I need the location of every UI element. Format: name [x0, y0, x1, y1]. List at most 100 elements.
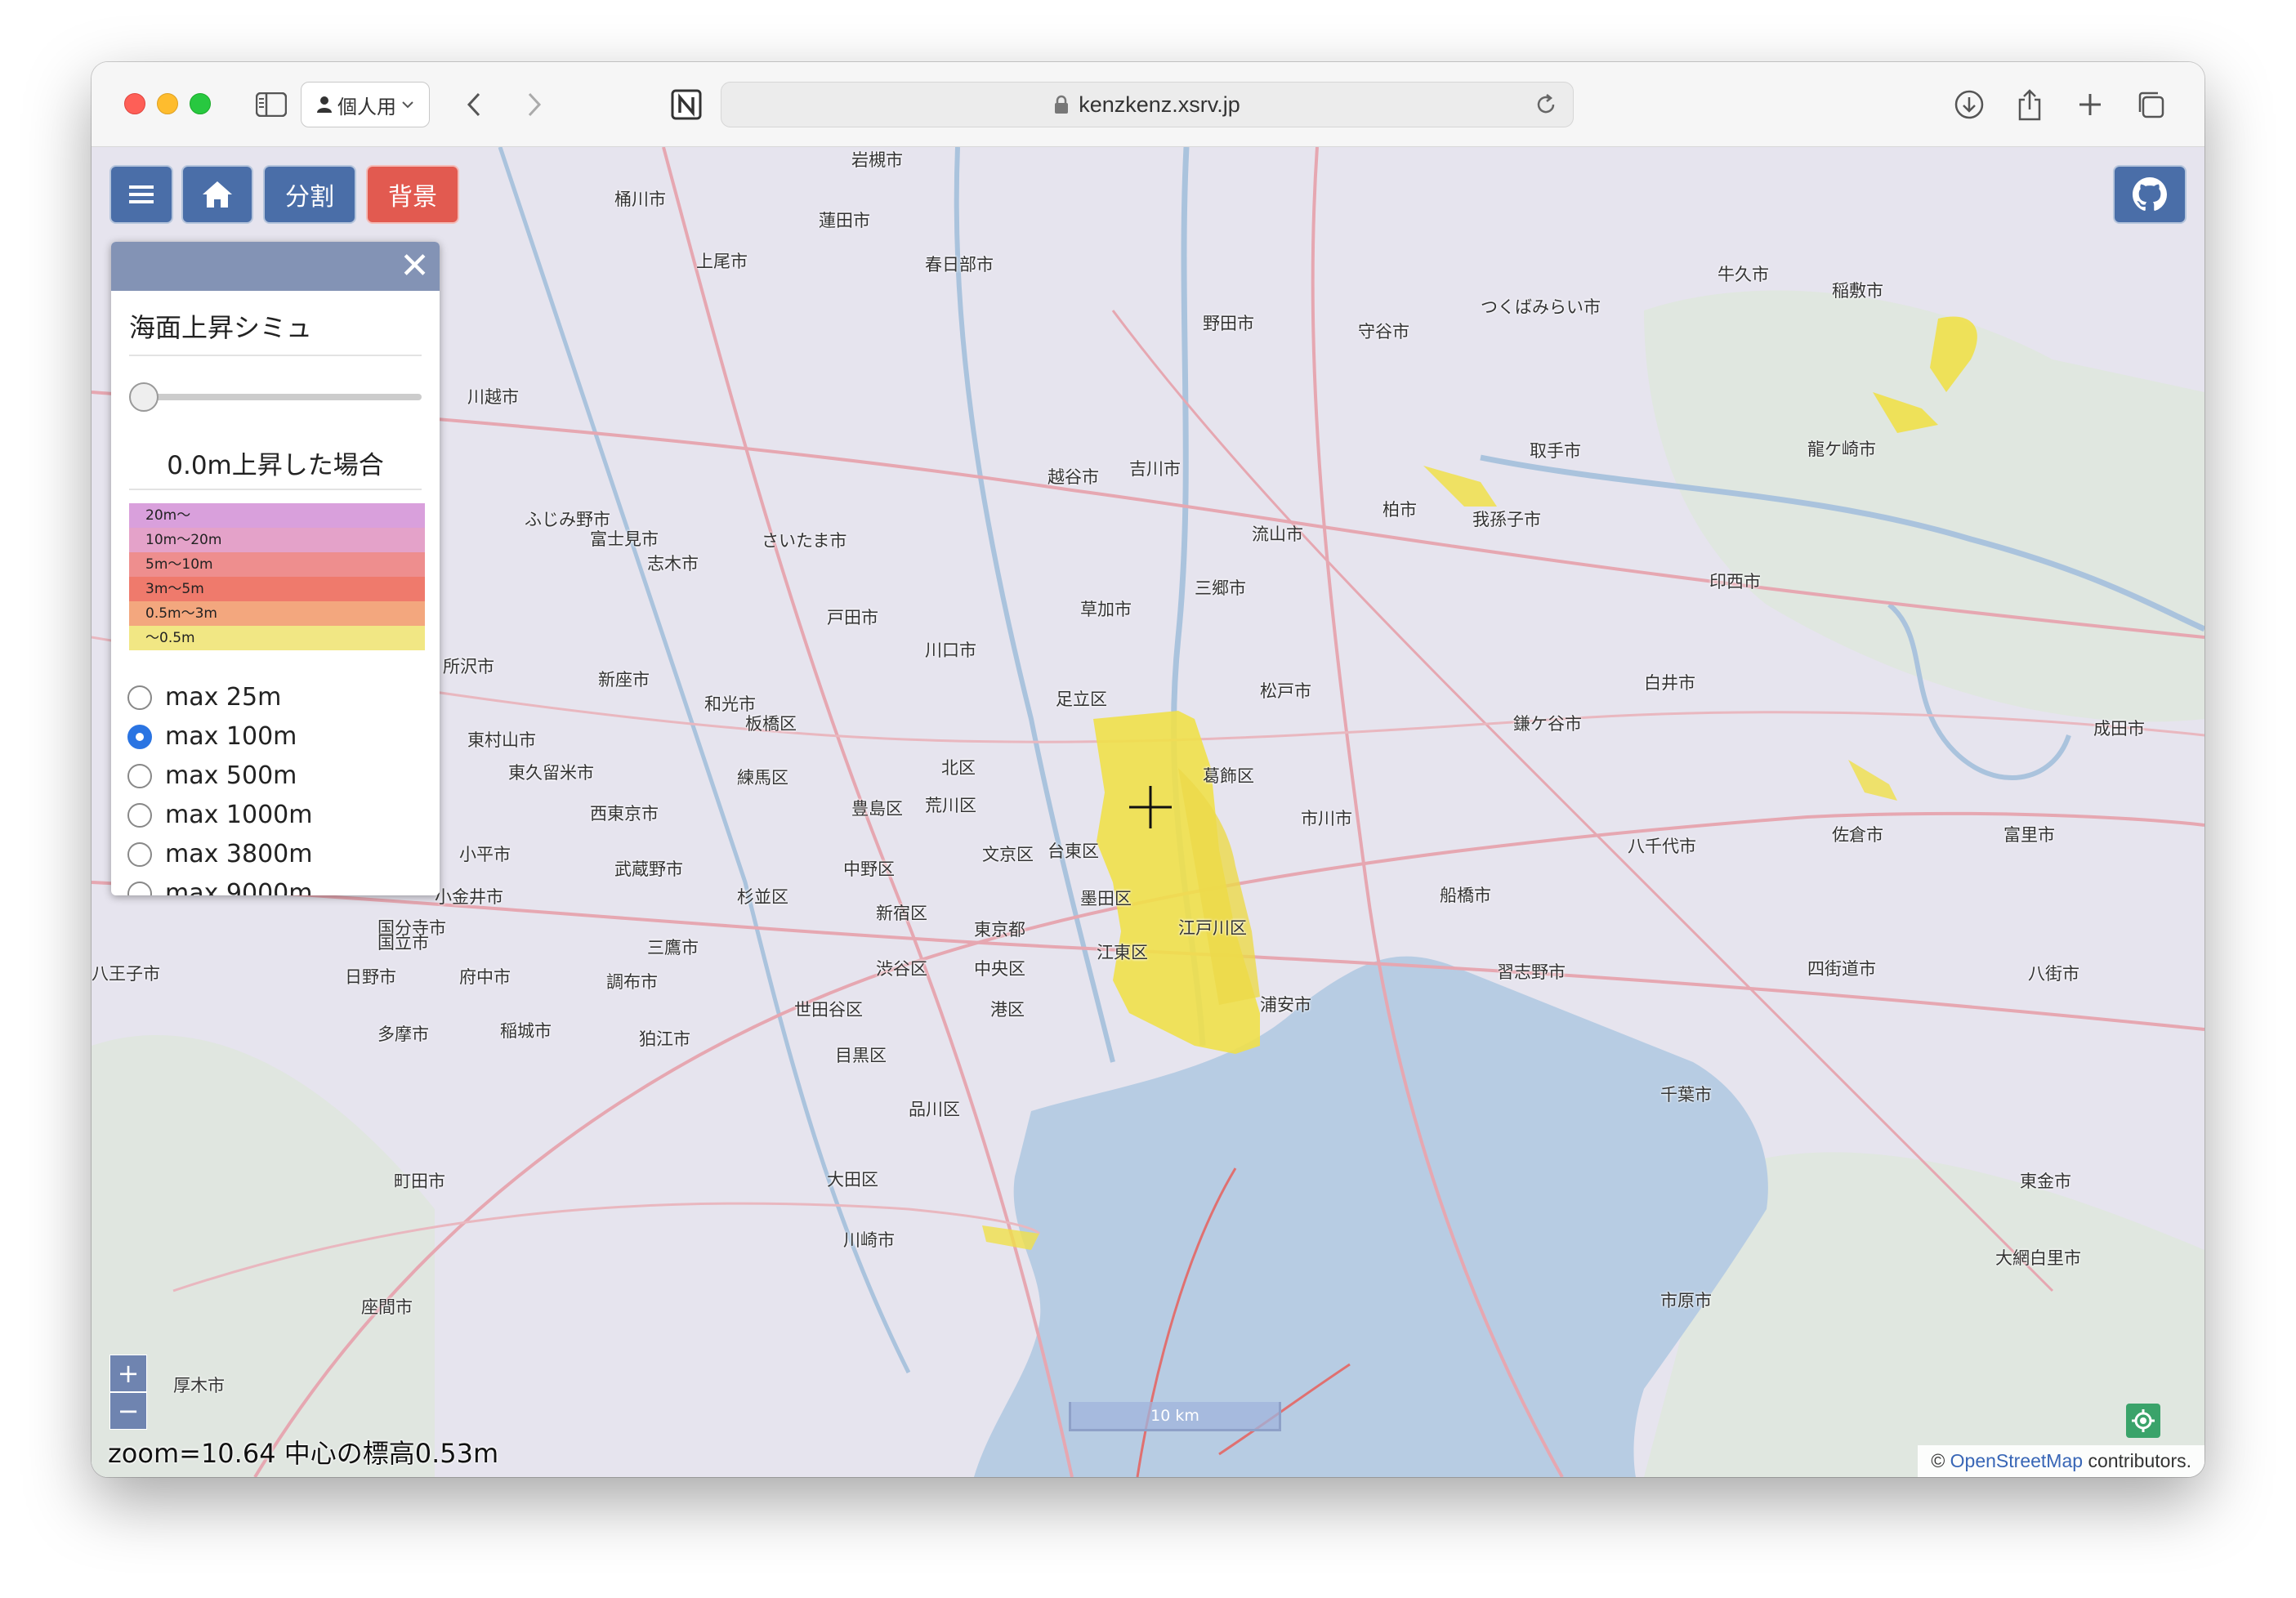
place-label: 春日部市: [925, 255, 994, 275]
radio-button[interactable]: [127, 685, 152, 710]
place-label: 龍ケ崎市: [1807, 440, 1876, 459]
place-label: 町田市: [394, 1172, 445, 1191]
place-label: 八千代市: [1628, 837, 1696, 856]
place-label: 江東区: [1097, 943, 1148, 962]
place-label: 我孫子市: [1472, 510, 1541, 529]
divider: [129, 355, 422, 356]
github-button[interactable]: [2113, 165, 2187, 224]
place-label: 目黒区: [835, 1046, 887, 1065]
openstreetmap-link[interactable]: OpenStreetMap: [1950, 1450, 2083, 1471]
place-label: 中野区: [843, 859, 895, 879]
max-option-0[interactable]: max 25m: [127, 683, 281, 712]
radio-button[interactable]: [127, 802, 152, 828]
profile-selector[interactable]: 個人用: [301, 82, 430, 127]
place-label: 豊島区: [851, 799, 903, 819]
url-text: kenzkenz.xsrv.jp: [1079, 92, 1240, 117]
place-label: 川崎市: [843, 1230, 895, 1250]
place-label: 大網白里市: [1995, 1248, 2081, 1268]
place-label: 蓮田市: [819, 211, 870, 230]
attribution-suffix: contributors.: [2088, 1450, 2191, 1471]
max-option-3[interactable]: max 1000m: [127, 801, 312, 829]
menu-button[interactable]: [109, 165, 173, 224]
radio-label: max 500m: [165, 761, 297, 790]
share-icon[interactable]: [2007, 83, 2053, 126]
place-label: つくばみらい市: [1481, 297, 1601, 317]
place-label: 墨田区: [1080, 889, 1132, 908]
max-option-5[interactable]: max 9000m: [127, 879, 312, 895]
radio-label: max 1000m: [165, 801, 313, 829]
max-option-1[interactable]: max 100m: [127, 722, 297, 751]
place-label: 越谷市: [1047, 467, 1099, 487]
place-label: 江戸川区: [1178, 918, 1247, 938]
map-canvas[interactable]: 岩槻市 桶川市 蓮田市 上尾市 春日部市 野田市 守谷市 つくばみらい市 牛久市 稲敷市 川越市 さい…: [92, 147, 2204, 1477]
address-bar[interactable]: kenzkenz.xsrv.jp: [721, 82, 1574, 127]
place-label: 桶川市: [614, 190, 666, 209]
place-label: 松戸市: [1260, 681, 1311, 701]
place-label: 荒川区: [925, 796, 976, 815]
sea-level-slider-track[interactable]: [144, 394, 422, 400]
notion-extension-icon[interactable]: [663, 83, 709, 126]
lock-icon: [1055, 95, 1069, 114]
new-tab-icon[interactable]: [2067, 83, 2113, 126]
tab-overview-icon[interactable]: [2128, 83, 2173, 126]
place-label: 四街道市: [1807, 959, 1876, 979]
place-label: 文京区: [982, 845, 1034, 864]
place-label: 稲敷市: [1832, 281, 1883, 301]
radio-label: max 3800m: [165, 840, 313, 868]
back-icon[interactable]: [451, 83, 497, 126]
place-label: さいたま市: [762, 531, 847, 551]
place-label: 富士見市: [590, 529, 659, 549]
profile-label: 個人用: [337, 95, 396, 118]
place-label: 印西市: [1709, 572, 1761, 591]
minimize-window-button[interactable]: [157, 93, 178, 114]
place-label: 成田市: [2093, 719, 2145, 739]
download-icon[interactable]: [1946, 83, 1992, 126]
scale-bar: 10 km: [1069, 1402, 1281, 1431]
place-label: 小平市: [459, 845, 511, 864]
place-label: 習志野市: [1497, 962, 1566, 982]
radio-button[interactable]: [127, 841, 152, 867]
sidebar-toggle-icon[interactable]: [248, 83, 294, 126]
place-label: 足立区: [1056, 690, 1107, 709]
place-label: 小金井市: [435, 887, 503, 907]
place-label: 東村山市: [467, 730, 536, 750]
place-label: 上尾市: [696, 252, 748, 271]
person-icon: [317, 96, 332, 113]
place-label: 岩槻市: [851, 150, 903, 170]
place-label: 浦安市: [1260, 995, 1311, 1015]
forward-icon[interactable]: [511, 83, 557, 126]
place-label: 草加市: [1080, 600, 1132, 619]
sea-level-slider-thumb[interactable]: [129, 382, 159, 412]
reload-icon[interactable]: [1534, 92, 1558, 117]
place-label: 東久留米市: [508, 763, 594, 783]
radio-button[interactable]: [127, 763, 152, 788]
zoom-in-button[interactable]: +: [109, 1355, 147, 1392]
radio-button[interactable]: [127, 881, 152, 895]
divider: [129, 489, 422, 490]
place-label: 東京都: [974, 920, 1025, 940]
max-option-2[interactable]: max 500m: [127, 761, 297, 790]
place-label: 守谷市: [1358, 322, 1409, 341]
radio-button[interactable]: [127, 724, 152, 749]
home-button[interactable]: [181, 165, 253, 224]
place-label: 富里市: [2003, 825, 2055, 845]
attribution-prefix: ©: [1931, 1450, 1945, 1471]
place-label: 船橋市: [1440, 886, 1491, 905]
place-label: 野田市: [1203, 314, 1254, 333]
zoom-out-button[interactable]: −: [109, 1392, 147, 1430]
place-label: 狛江市: [639, 1029, 690, 1049]
maximize-window-button[interactable]: [190, 93, 211, 114]
place-label: 八街市: [2028, 964, 2079, 984]
close-icon[interactable]: ✕: [400, 247, 430, 286]
legend-item: 10m〜20m: [129, 528, 425, 552]
place-label: 国立市: [377, 933, 429, 953]
locate-button[interactable]: [2126, 1404, 2160, 1438]
place-label: 川口市: [925, 641, 976, 660]
legend-item: 〜0.5m: [129, 626, 425, 650]
place-label: 三郷市: [1195, 578, 1246, 598]
close-window-button[interactable]: [124, 93, 145, 114]
place-label: 新宿区: [876, 904, 927, 923]
max-option-4[interactable]: max 3800m: [127, 840, 312, 868]
background-button[interactable]: 背景: [366, 165, 459, 224]
split-button[interactable]: 分割: [263, 165, 356, 224]
